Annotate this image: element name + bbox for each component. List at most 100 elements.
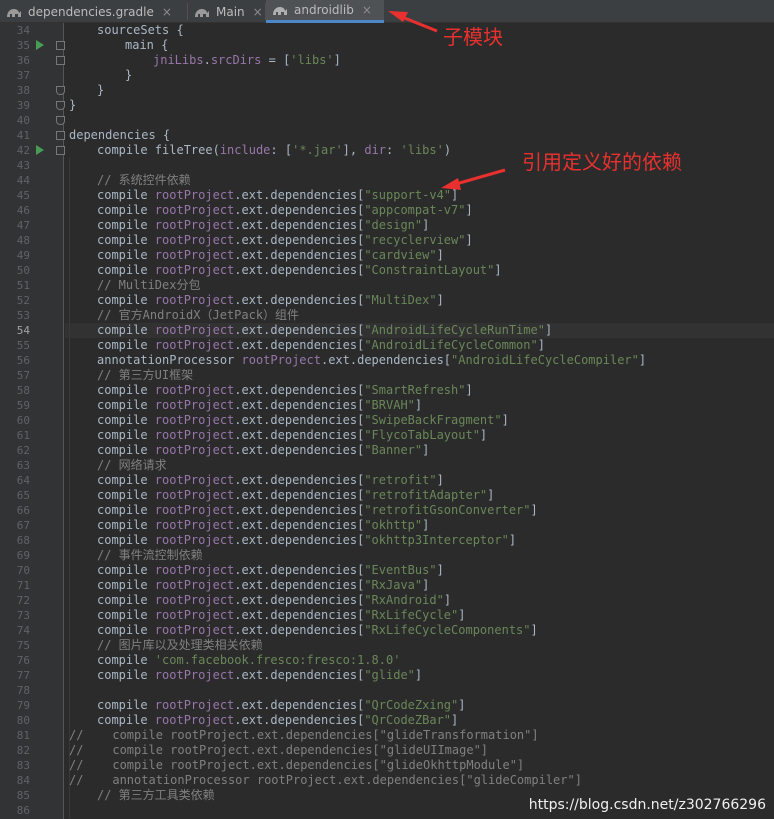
code-token: rootProject <box>154 188 235 202</box>
code-token: } <box>97 83 105 97</box>
code-token: rootProject <box>154 698 235 712</box>
code-token: "RxJava" <box>364 578 423 592</box>
close-icon[interactable]: × <box>162 5 172 19</box>
code-token: ] <box>530 503 538 517</box>
code-token: "okhttp3Interceptor" <box>364 533 509 547</box>
fold-icon[interactable] <box>56 86 65 95</box>
code-token: rootProject <box>154 383 235 397</box>
code-line: } <box>69 98 76 113</box>
line-number-gutter[interactable]: 34 35 36 37 38 39 40 41 42 43 44 45 46 47 48 49 50 51 52 53… <box>0 23 65 819</box>
code-token: .ext.dependencies[ <box>234 248 365 262</box>
code-line: // compile rootProject.ext.dependencies[… <box>69 728 539 743</box>
code-token: ] <box>414 398 423 412</box>
line-number: 73 <box>16 609 30 622</box>
code-line: // 系统控件依赖 <box>97 173 191 188</box>
submodule-annotation: 子模块 <box>443 25 503 49</box>
code-token: ] <box>465 233 473 247</box>
fold-icon[interactable] <box>56 41 65 50</box>
code-editor[interactable]: sourceSets {main {jniLibs.srcDirs = ['li… <box>65 23 774 819</box>
code-token: ] <box>501 413 509 427</box>
code-line: } <box>125 68 132 83</box>
code-token: "Banner" <box>364 443 423 457</box>
code-token: // 第三方工具类依赖 <box>97 788 215 802</box>
code-token: compile <box>97 518 155 532</box>
fold-icon[interactable] <box>56 116 65 125</box>
line-number: 51 <box>16 279 30 292</box>
line-number: 58 <box>16 384 30 397</box>
code-line: compile rootProject.ext.dependencies["re… <box>97 473 444 488</box>
code-token: "recyclerview" <box>364 233 466 247</box>
code-token: ] <box>537 338 545 352</box>
line-number: 40 <box>16 114 30 127</box>
code-token: "retrofit" <box>364 473 437 487</box>
code-line: // 图片库以及处理类相关依赖 <box>97 638 263 653</box>
line-number: 38 <box>16 84 30 97</box>
code-token: compile <box>97 698 155 712</box>
code-token: "support-v4" <box>364 188 452 202</box>
code-line: } <box>97 83 104 98</box>
code-line: compile rootProject.ext.dependencies["An… <box>97 338 545 353</box>
code-token: rootProject <box>154 218 235 232</box>
code-line: compile rootProject.ext.dependencies["Qr… <box>97 698 465 713</box>
code-line: // compile rootProject.ext.dependencies[… <box>69 743 488 758</box>
code-token: .ext.dependencies[ <box>234 443 365 457</box>
line-number: 77 <box>16 669 30 682</box>
code-token: "AndroidLifeCycleCommon" <box>364 338 538 352</box>
tab-main[interactable]: Main × <box>188 0 264 23</box>
code-token: "RxLifeCycleComponents" <box>364 623 531 637</box>
run-gutter-icon[interactable] <box>36 40 44 50</box>
code-token: "FlycoTabLayout" <box>364 428 480 442</box>
line-number: 57 <box>16 369 30 382</box>
code-line: // annotationProcessor rootProject.ext.d… <box>69 773 582 788</box>
code-token: compile <box>97 338 155 352</box>
code-token: .ext.dependencies[ <box>234 233 365 247</box>
code-token: rootProject <box>154 608 235 622</box>
line-number: 56 <box>16 354 30 367</box>
code-token: .ext.dependencies[ <box>234 323 365 337</box>
code-token: main { <box>125 38 169 52</box>
fold-icon[interactable] <box>56 131 65 140</box>
line-number: 44 <box>16 174 30 187</box>
line-number: 84 <box>16 774 30 787</box>
code-token: "MultiDex" <box>364 293 437 307</box>
code-line: compile rootProject.ext.dependencies["Ev… <box>97 563 444 578</box>
code-line: compile rootProject.ext.dependencies["BR… <box>97 398 422 413</box>
tab-label: androidlib <box>294 3 354 17</box>
line-number: 79 <box>16 699 30 712</box>
code-token: .ext.dependencies[ <box>234 608 365 622</box>
line-number: 41 <box>16 129 30 142</box>
code-token: compile <box>97 248 155 262</box>
line-number: 60 <box>16 414 30 427</box>
close-icon[interactable]: × <box>362 3 372 17</box>
code-token: .ext.dependencies[ <box>234 218 365 232</box>
code-token: } <box>69 98 77 112</box>
code-token: compile <box>97 398 155 412</box>
run-gutter-icon[interactable] <box>36 145 44 155</box>
code-token: // 图片库以及处理类相关依赖 <box>97 638 263 652</box>
code-token: "design" <box>364 218 423 232</box>
fold-icon[interactable] <box>56 146 65 155</box>
tab-dependencies-gradle[interactable]: dependencies.gradle × <box>0 0 186 23</box>
code-token: rootProject <box>154 248 235 262</box>
code-token: ] <box>422 518 430 532</box>
code-line: compile rootProject.ext.dependencies["re… <box>97 488 494 503</box>
code-token: ] <box>465 203 473 217</box>
code-token: compile <box>97 533 155 547</box>
code-token: "retrofitGsonConverter" <box>364 503 531 517</box>
code-token: .ext.dependencies[ <box>234 503 365 517</box>
code-token: // compile rootProject.ext.dependencies[… <box>69 743 489 757</box>
code-token: .ext.dependencies[ <box>234 293 365 307</box>
code-token: compile <box>97 563 155 577</box>
line-number: 47 <box>16 219 30 232</box>
code-token: ] <box>451 713 459 727</box>
line-number: 69 <box>16 549 30 562</box>
line-number: 65 <box>16 489 30 502</box>
code-token: rootProject <box>154 203 235 217</box>
tab-androidlib[interactable]: androidlib × <box>266 0 384 23</box>
code-token: ] <box>422 218 430 232</box>
fold-icon[interactable] <box>56 56 65 65</box>
fold-icon[interactable] <box>56 101 65 110</box>
code-token: .ext.dependencies[ <box>234 188 365 202</box>
code-token: compile <box>97 233 155 247</box>
close-icon[interactable]: × <box>253 5 263 19</box>
